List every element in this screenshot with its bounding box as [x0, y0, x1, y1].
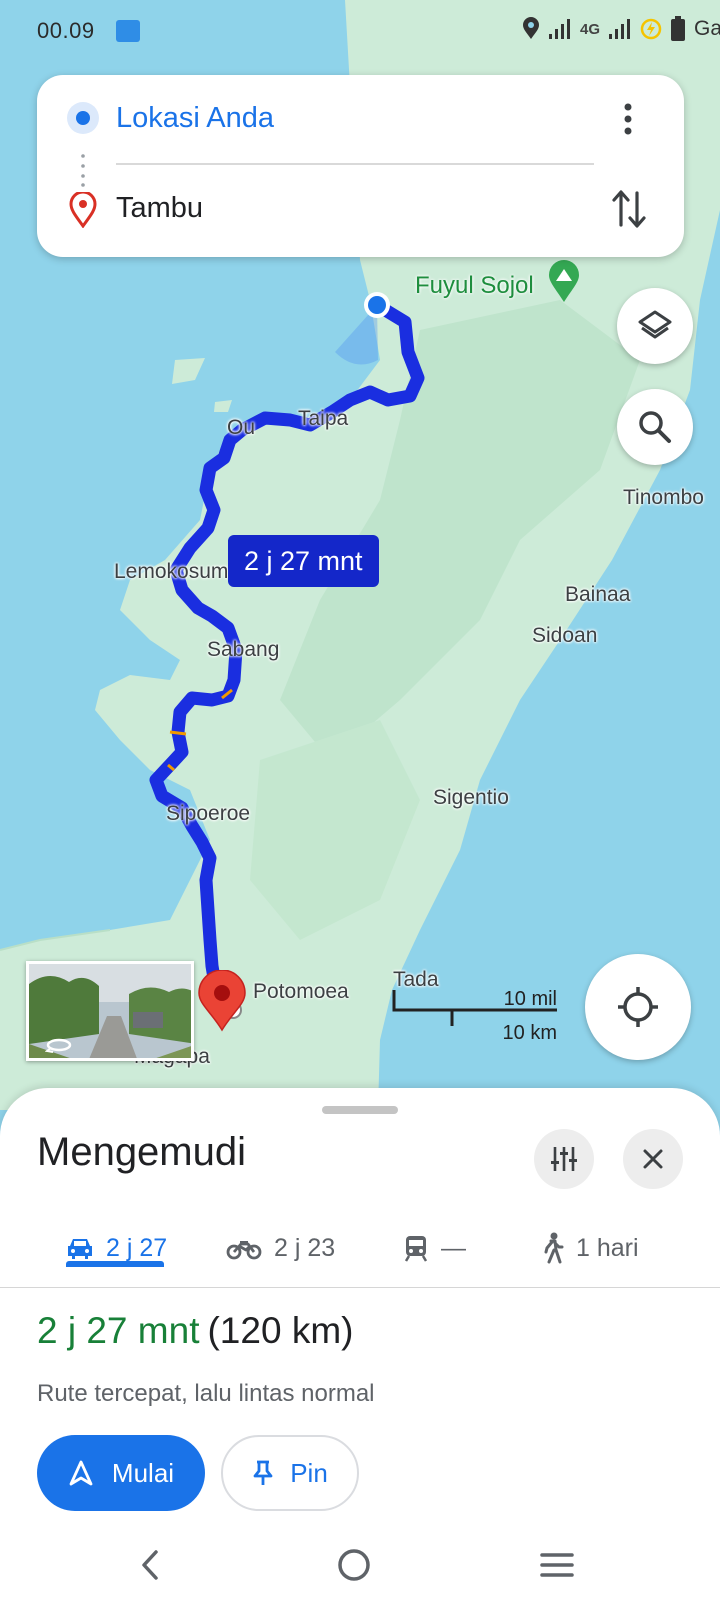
tab-transit[interactable]: — [403, 1208, 466, 1288]
battery-icon [671, 16, 685, 41]
pin-button[interactable]: Pin [221, 1435, 359, 1511]
tab-driving[interactable]: 2 j 27 [66, 1208, 167, 1288]
map-label-ou: Ou [227, 416, 256, 439]
car-icon [68, 1239, 92, 1259]
tab-walking-label: 1 hari [576, 1233, 639, 1262]
scale-miles: 10 mil [503, 988, 557, 1010]
map-label-bainaa: Bainaa [565, 583, 631, 606]
scale-km: 10 km [502, 1022, 557, 1044]
layers-icon [638, 310, 672, 339]
gallery-notification-icon [116, 20, 140, 42]
tab-walking[interactable]: 1 hari [540, 1208, 639, 1288]
map-scale: 10 mil 10 km [392, 988, 557, 1044]
signal-icon [548, 19, 570, 39]
close-button[interactable] [623, 1129, 683, 1189]
map-label-tinombo: Tinombo [623, 486, 704, 509]
route-dots-icon [81, 154, 85, 187]
tab-motorcycle-label: 2 j 23 [274, 1233, 336, 1262]
street-view-thumbnail[interactable] [26, 961, 194, 1061]
close-icon [643, 1149, 663, 1169]
nav-menu-button[interactable] [532, 1540, 582, 1590]
start-button-label: Mulai [111, 1457, 175, 1488]
route-description: Rute tercepat, lalu lintas normal [37, 1380, 375, 1407]
destination-pin-outline-icon [69, 192, 97, 228]
active-tab-indicator [66, 1261, 164, 1267]
rotate-view-icon [45, 1038, 72, 1053]
map-label-sigentio: Sigentio [433, 786, 509, 809]
crosshair-icon [618, 987, 658, 1027]
card-divider [116, 163, 594, 165]
tab-motorcycle[interactable]: 2 j 23 [226, 1208, 335, 1288]
map-label-sabang: Sabang [207, 638, 280, 661]
layers-button[interactable] [617, 288, 693, 364]
route-duration-callout[interactable]: 2 j 27 mnt [228, 535, 379, 587]
nav-back-button[interactable] [126, 1540, 176, 1590]
system-navigation-bar [0, 1530, 720, 1600]
navigation-arrow-icon [69, 1460, 93, 1486]
location-icon [522, 17, 539, 39]
map-label-taipa: Taipa [298, 407, 349, 430]
status-bar: 00.09 4G Ga [0, 0, 720, 62]
my-location-button[interactable] [585, 954, 691, 1060]
sheet-drag-handle[interactable] [322, 1106, 398, 1114]
start-navigation-button[interactable]: Mulai [37, 1435, 205, 1511]
poi-label-fuyul-sojol[interactable]: Fuyul Sojol [415, 272, 534, 300]
map-label-sipoeroe: Sipoeroe [166, 802, 251, 825]
directions-bottom-sheet: Mengemudi 2 j 27 2 j 23 — 1 hari 2 j 27 … [0, 1088, 720, 1600]
destination-pin-icon[interactable] [197, 969, 247, 1032]
directions-card: Lokasi Anda Tambu [37, 75, 684, 257]
route-summary: 2 j 27 mnt (120 km) [37, 1310, 353, 1352]
status-time: 00.09 [37, 18, 95, 43]
menu-icon [540, 1553, 574, 1577]
back-icon [142, 1550, 158, 1580]
origin-field[interactable]: Lokasi Anda [116, 102, 274, 135]
more-options-icon[interactable] [613, 99, 643, 139]
transit-icon [404, 1236, 428, 1262]
map-label-sidoan: Sidoan [532, 624, 598, 647]
destination-field[interactable]: Tambu [116, 192, 203, 225]
tab-driving-label: 2 j 27 [106, 1233, 168, 1262]
walk-icon [544, 1232, 564, 1264]
search-icon [639, 411, 671, 443]
travel-mode-tabs: 2 j 27 2 j 23 — 1 hari [0, 1208, 720, 1288]
route-duration: 2 j 27 mnt [37, 1310, 200, 1351]
tab-transit-label: — [441, 1233, 466, 1262]
motorcycle-icon [226, 1241, 262, 1260]
map-label-potomoea: Potomoea [253, 980, 349, 1003]
route-distance: (120 km) [207, 1310, 354, 1351]
origin-dot-icon [67, 102, 99, 134]
pin-button-label: Pin [290, 1457, 328, 1488]
tune-icon [551, 1147, 577, 1171]
network-type: 4G [579, 20, 600, 38]
power-saving-icon [640, 18, 662, 40]
route-options-button[interactable] [534, 1129, 594, 1189]
poi-tree-icon[interactable] [547, 260, 581, 304]
pin-icon [253, 1460, 273, 1485]
map-search-button[interactable] [617, 389, 693, 465]
swap-directions-icon[interactable] [609, 185, 649, 233]
sheet-title: Mengemudi [37, 1130, 247, 1174]
carrier-name: Ga [694, 17, 720, 40]
home-icon [338, 1549, 370, 1581]
signal-icon-2 [609, 19, 630, 39]
nav-home-button[interactable] [329, 1540, 379, 1590]
